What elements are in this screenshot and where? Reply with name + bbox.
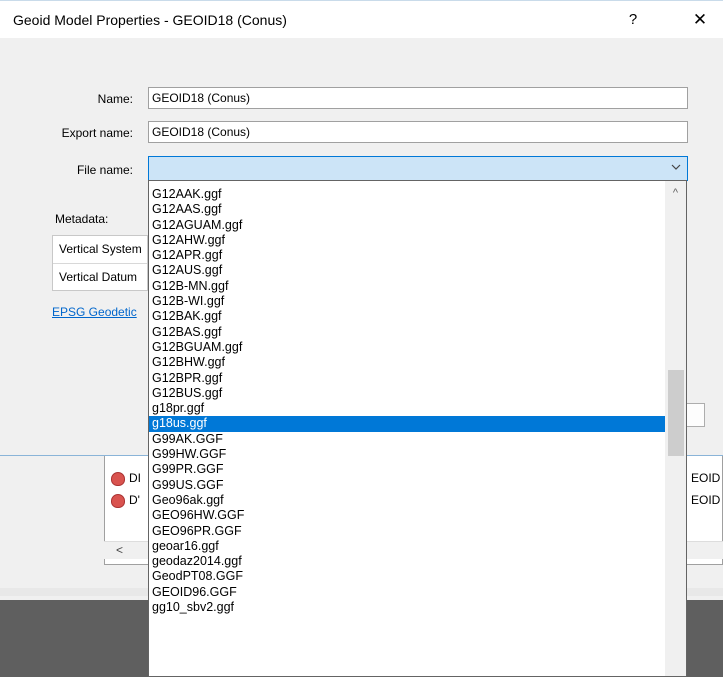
- title-bar: Geoid Model Properties - GEOID18 (Conus)…: [0, 0, 723, 38]
- dropdown-item[interactable]: GEOID96.GGF: [149, 585, 665, 600]
- file-name-dropdown-list[interactable]: G12AAK.ggf G12AAS.ggf G12AGUAM.ggf G12AHW.g…: [148, 180, 687, 677]
- background-row-2-text[interactable]: D': [129, 493, 140, 507]
- dropdown-item[interactable]: G12AAS.ggf: [149, 202, 665, 217]
- export-name-label: Export name:: [61, 126, 133, 140]
- dropdown-item[interactable]: G99PR.GGF: [149, 462, 665, 477]
- dropdown-item[interactable]: G12APR.ggf: [149, 248, 665, 263]
- dropdown-vertical-scrollbar[interactable]: ^: [665, 181, 686, 676]
- background-row-2-suffix: EOID: [691, 493, 721, 507]
- name-label: Name:: [97, 92, 133, 106]
- geoid-icon: [111, 494, 125, 508]
- epsg-link[interactable]: EPSG Geodetic: [52, 305, 137, 319]
- export-name-field[interactable]: GEOID18 (Conus): [148, 121, 688, 143]
- name-field[interactable]: GEOID18 (Conus): [148, 87, 688, 109]
- dropdown-item[interactable]: G12BGUAM.ggf: [149, 340, 665, 355]
- dropdown-item[interactable]: G12BAK.ggf: [149, 309, 665, 324]
- scroll-up-icon[interactable]: ^: [665, 181, 686, 201]
- dropdown-item[interactable]: G12BAS.ggf: [149, 325, 665, 340]
- dropdown-item[interactable]: g18us.ggf: [149, 416, 665, 432]
- chevron-down-icon[interactable]: [671, 160, 681, 174]
- help-button[interactable]: ?: [610, 5, 656, 35]
- dropdown-item[interactable]: geoar16.ggf: [149, 539, 665, 554]
- dropdown-item[interactable]: G12BPR.ggf: [149, 371, 665, 386]
- dropdown-item[interactable]: G12AUS.ggf: [149, 263, 665, 278]
- dropdown-item[interactable]: GeodPT08.GGF: [149, 569, 665, 584]
- dropdown-item[interactable]: G12BHW.ggf: [149, 355, 665, 370]
- dialog-button-edge[interactable]: [685, 403, 705, 427]
- file-name-label: File name:: [76, 163, 133, 177]
- dialog-title: Geoid Model Properties - GEOID18 (Conus): [13, 12, 287, 28]
- file-name-combobox[interactable]: [148, 156, 688, 181]
- dropdown-item[interactable]: g18pr.ggf: [149, 401, 665, 416]
- dropdown-item[interactable]: GEO96HW.GGF: [149, 508, 665, 523]
- scrollbar-thumb[interactable]: [668, 370, 684, 456]
- metadata-label: Metadata:: [55, 212, 109, 226]
- dropdown-item[interactable]: GEO96PR.GGF: [149, 524, 665, 539]
- background-row-1-suffix: EOID: [691, 471, 721, 485]
- dropdown-item[interactable]: G12BUS.ggf: [149, 386, 665, 401]
- dropdown-item[interactable]: Geo96ak.ggf: [149, 493, 665, 508]
- dropdown-item[interactable]: G99AK.GGF: [149, 432, 665, 447]
- dropdown-item[interactable]: G12AAK.ggf: [149, 187, 665, 202]
- dropdown-item[interactable]: G12AHW.ggf: [149, 233, 665, 248]
- dropdown-item[interactable]: gg10_sbv2.ggf: [149, 600, 665, 615]
- metadata-row-vertical-datum[interactable]: Vertical Datum: [53, 264, 147, 291]
- dropdown-item[interactable]: G99US.GGF: [149, 478, 665, 493]
- metadata-table[interactable]: Vertical System Vertical Datum: [52, 235, 148, 291]
- close-button[interactable]: ✕: [677, 5, 723, 35]
- scroll-left-icon[interactable]: <: [116, 543, 123, 557]
- dropdown-item[interactable]: G12B-WI.ggf: [149, 294, 665, 309]
- background-row-1-text[interactable]: DI: [129, 471, 141, 485]
- metadata-row-vertical-system[interactable]: Vertical System: [53, 236, 147, 264]
- dropdown-item[interactable]: G12B-MN.ggf: [149, 279, 665, 294]
- geoid-icon: [111, 472, 125, 486]
- dropdown-item[interactable]: geodaz2014.ggf: [149, 554, 665, 569]
- dropdown-items: G12AAK.ggf G12AAS.ggf G12AGUAM.ggf G12AHW.g…: [149, 187, 665, 615]
- dropdown-item[interactable]: G12AGUAM.ggf: [149, 218, 665, 233]
- dropdown-item[interactable]: G99HW.GGF: [149, 447, 665, 462]
